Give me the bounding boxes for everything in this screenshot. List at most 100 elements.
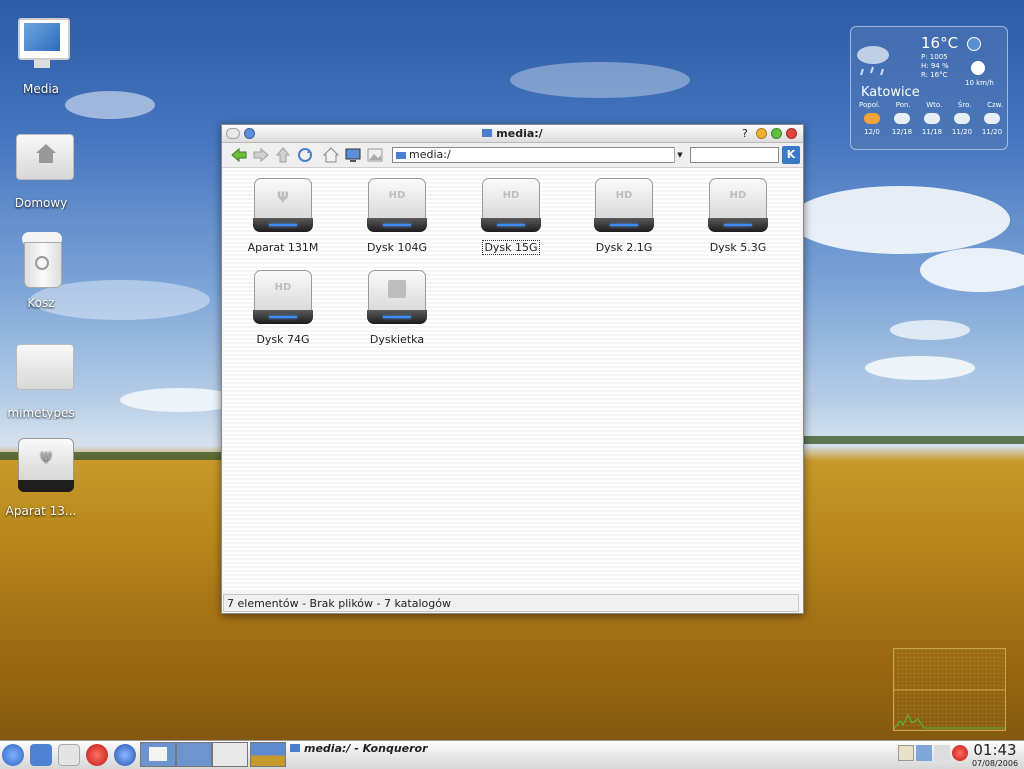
weather-day: Czw. xyxy=(987,101,1003,109)
file-item[interactable]: Dyskietka xyxy=(347,268,447,346)
cloud-rain-icon xyxy=(894,113,910,124)
file-item-selected[interactable]: HD Dysk 15G xyxy=(461,176,561,255)
file-label: Dysk 15G xyxy=(482,240,540,255)
desktop-icon-media[interactable]: Media xyxy=(0,14,82,96)
window-title-icon xyxy=(482,129,493,137)
forecast-temp: 11/20 xyxy=(951,128,973,136)
weather-day: Pon. xyxy=(895,101,911,109)
keyboard-layout-icon[interactable] xyxy=(934,745,950,761)
web-browser-icon[interactable] xyxy=(114,744,136,766)
main-toolbar: media:/ ▼ K xyxy=(222,143,803,168)
file-item[interactable]: HD Dysk 2.1G xyxy=(574,176,674,254)
weather-wind: 10 km/h xyxy=(965,79,994,87)
forecast-temp: 11/20 xyxy=(981,128,1003,136)
file-label: Dysk 2.1G xyxy=(595,241,653,254)
hard-disk-icon: HD xyxy=(366,176,428,236)
clock[interactable]: 01:43 07/08/2006 xyxy=(970,741,1020,768)
taskbar-task-konqueror[interactable]: media:/ - Konqueror xyxy=(290,742,590,755)
media-button[interactable] xyxy=(344,146,362,164)
desktop-icon-home[interactable]: Domowy xyxy=(0,128,82,210)
desktop-icon-label: Domowy xyxy=(14,196,68,210)
rain-icon xyxy=(857,46,889,76)
file-label: Dysk 5.3G xyxy=(709,241,767,254)
usb-drive-icon: Ψ xyxy=(252,176,314,236)
reload-button[interactable] xyxy=(296,146,314,164)
clipboard-icon[interactable] xyxy=(898,745,914,761)
minimize-button[interactable] xyxy=(756,128,767,139)
help-button[interactable]: ? xyxy=(742,127,748,140)
file-label: Dysk 104G xyxy=(366,241,428,254)
location-dropdown-button[interactable]: ▼ xyxy=(674,147,685,163)
up-button[interactable] xyxy=(274,146,292,164)
floppy-drive-icon xyxy=(366,268,428,328)
network-icon[interactable] xyxy=(916,745,932,761)
globe-icon xyxy=(967,37,981,51)
status-bar: 7 elementów - Brak plików - 7 katalogów xyxy=(223,594,799,612)
cloud-rain-icon xyxy=(954,113,970,124)
cpu-graph xyxy=(893,689,1005,730)
file-label: Aparat 131M xyxy=(247,241,319,254)
pager-window-thumb xyxy=(149,747,167,761)
konqueror-task-icon xyxy=(290,744,300,752)
computer-icon xyxy=(345,148,361,162)
weather-details: P: 1005 H: 94 % R: 16°C xyxy=(921,53,949,80)
location-input[interactable]: media:/ xyxy=(392,147,684,163)
back-button[interactable] xyxy=(230,146,248,164)
desktop-pager-4[interactable] xyxy=(250,742,286,767)
show-desktop-icon[interactable] xyxy=(30,744,52,766)
picture-icon xyxy=(367,148,383,162)
forecast-item: 11/18 xyxy=(919,113,945,136)
home-folder-icon xyxy=(10,128,74,190)
cloud-rain-icon xyxy=(984,113,1000,124)
konqueror-window[interactable]: media:/ ? media:/ ▼ K Ψ Aparat 131M HD D… xyxy=(221,124,804,614)
desktop-icon-camera[interactable]: Ψ Aparat 13... xyxy=(0,436,82,518)
volume-icon[interactable] xyxy=(952,745,968,761)
forward-button[interactable] xyxy=(252,146,270,164)
up-arrow-icon xyxy=(275,147,291,163)
file-label: Dysk 74G xyxy=(256,333,310,346)
partly-sunny-icon xyxy=(864,113,880,124)
kmenu-button[interactable] xyxy=(2,744,24,766)
system-monitor-applet[interactable] xyxy=(893,648,1006,731)
desktop-icon-label: mimetypes xyxy=(7,406,75,420)
file-view[interactable]: Ψ Aparat 131M HD Dysk 104G HD Dysk 15G H… xyxy=(223,168,801,592)
close-button[interactable] xyxy=(786,128,797,139)
weather-widget[interactable]: 16°C P: 1005 H: 94 % R: 16°C Katowice 10… xyxy=(850,26,1008,150)
desktop-icon-trash[interactable]: Kosz xyxy=(0,228,82,310)
desktop-pager-3[interactable] xyxy=(212,742,248,767)
file-item[interactable]: HD Dysk 104G xyxy=(347,176,447,254)
weather-humidity: H: 94 % xyxy=(921,62,949,70)
desktop-icon-mimetypes[interactable]: mimetypes xyxy=(0,338,82,420)
clock-date: 07/08/2006 xyxy=(971,759,1019,768)
forecast-item: 12/18 xyxy=(889,113,915,136)
file-manager-icon[interactable] xyxy=(58,744,80,766)
wind-compass-icon xyxy=(971,61,985,75)
forecast-item: 11/20 xyxy=(979,113,1005,136)
desktop-pager-1[interactable] xyxy=(140,742,176,767)
location-icon xyxy=(396,152,406,159)
window-title-text: media:/ xyxy=(496,127,543,140)
weather-day: Wto. xyxy=(926,101,943,109)
desktop-icon-label: Media xyxy=(22,82,60,96)
window-titlebar[interactable]: media:/ ? xyxy=(222,125,803,143)
forecast-temp: 11/18 xyxy=(921,128,943,136)
file-item[interactable]: HD Dysk 74G xyxy=(233,268,333,346)
weather-day: Popol. xyxy=(859,101,881,109)
weather-days: Popol. Pon. Wto. Śro. Czw. xyxy=(859,101,1003,109)
image-button[interactable] xyxy=(366,146,384,164)
monitor-icon xyxy=(10,14,72,76)
browser-icon[interactable] xyxy=(86,744,108,766)
kde-throbber-icon[interactable]: K xyxy=(782,146,800,164)
file-item[interactable]: HD Dysk 5.3G xyxy=(688,176,788,254)
weather-temperature: 16°C xyxy=(921,34,959,52)
file-item[interactable]: Ψ Aparat 131M xyxy=(233,176,333,254)
desktop-icon-label: Aparat 13... xyxy=(5,504,77,518)
desktop-pager-2[interactable] xyxy=(176,742,212,767)
maximize-button[interactable] xyxy=(771,128,782,139)
clock-time: 01:43 xyxy=(973,741,1017,759)
reload-icon xyxy=(298,148,312,162)
weather-day: Śro. xyxy=(957,101,972,109)
task-title: media:/ - Konqueror xyxy=(304,742,428,755)
search-input[interactable] xyxy=(690,147,779,163)
home-button[interactable] xyxy=(322,146,340,164)
